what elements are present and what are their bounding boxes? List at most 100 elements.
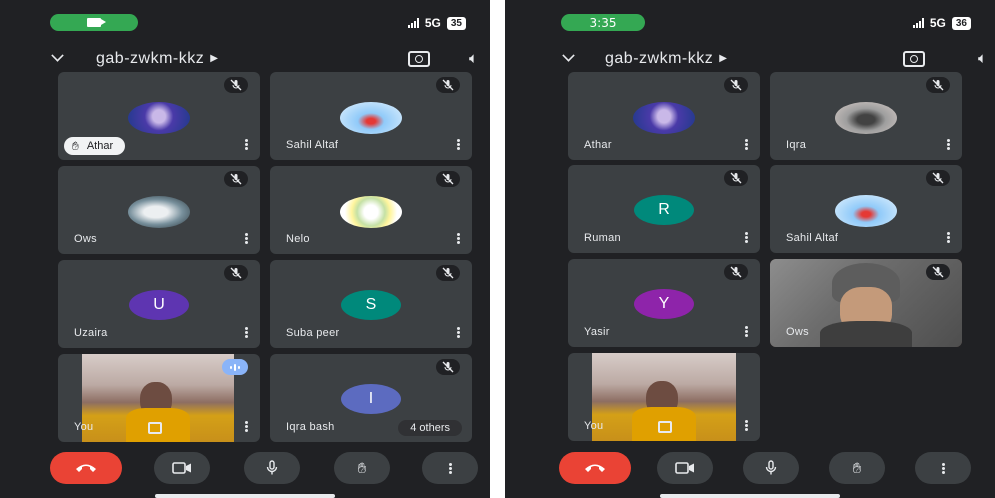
chevron-down-icon[interactable]	[562, 49, 575, 62]
speaker-icon[interactable]: 🔈︎	[978, 50, 987, 67]
participant-name: Uzaira	[74, 327, 108, 339]
meeting-title-bar: gab-zwkm-kkz ▶ 🔈︎	[505, 48, 995, 72]
mic-off-icon	[224, 77, 248, 93]
participant-tile-sahil-altaf[interactable]: Sahil Altaf	[770, 165, 962, 253]
mic-toggle-button[interactable]	[244, 452, 300, 484]
end-call-button[interactable]	[50, 452, 122, 484]
flip-camera-icon[interactable]	[408, 51, 430, 67]
participant-tile-athar[interactable]: ✋︎ Athar	[58, 72, 260, 160]
meeting-code[interactable]: gab-zwkm-kkz ▶	[96, 50, 218, 68]
participant-tile-ruman[interactable]: R Ruman	[568, 165, 760, 253]
avatar	[128, 102, 190, 134]
participant-tile-self[interactable]: You	[58, 354, 260, 442]
raise-hand-button[interactable]: ✋︎	[829, 452, 885, 484]
more-vert-icon	[448, 462, 452, 474]
meet-screen-left: 5G 35 gab-zwkm-kkz ▶ 🔈︎ ✋︎ Athar Sahil Al…	[0, 0, 490, 498]
end-call-icon	[76, 464, 96, 472]
participant-tile-iqra-bash[interactable]: I Iqra bash 4 others	[270, 354, 472, 442]
participant-name: Nelo	[286, 233, 310, 245]
signal-icon	[407, 18, 419, 28]
participant-name: Suba peer	[286, 327, 340, 339]
end-call-button[interactable]	[559, 452, 631, 484]
participant-name: You	[74, 421, 94, 433]
more-vert-icon[interactable]	[947, 139, 950, 150]
mic-toggle-button[interactable]	[743, 452, 799, 484]
raise-hand-icon: ✋︎	[357, 459, 367, 477]
camera-icon[interactable]	[658, 421, 672, 433]
chevron-down-icon[interactable]	[51, 49, 64, 62]
ongoing-call-pill[interactable]	[50, 14, 138, 31]
status-indicators: 5G 35	[407, 16, 466, 30]
more-vert-icon[interactable]	[745, 420, 748, 431]
participant-tile-sahil-altaf[interactable]: Sahil Altaf	[270, 72, 472, 160]
more-vert-icon[interactable]	[245, 421, 248, 432]
status-time: 3:35	[589, 15, 617, 30]
participant-tile-ows[interactable]: Ows	[58, 166, 260, 254]
participant-name: Iqra	[786, 139, 807, 151]
more-vert-icon[interactable]	[245, 139, 248, 150]
mic-off-icon	[436, 171, 460, 187]
camera-icon[interactable]	[148, 422, 162, 434]
call-controls: ✋︎	[505, 452, 995, 486]
ongoing-call-pill[interactable]: 3:35	[561, 14, 645, 31]
more-vert-icon[interactable]	[457, 233, 460, 244]
home-indicator	[660, 494, 840, 498]
more-vert-icon[interactable]	[745, 139, 748, 150]
participant-tile-self[interactable]: You	[568, 353, 760, 441]
participant-name: Sahil Altaf	[786, 232, 839, 244]
participant-name: Ows	[786, 326, 809, 338]
camera-toggle-button[interactable]	[154, 452, 210, 484]
more-vert-icon[interactable]	[745, 232, 748, 243]
participant-tile-athar[interactable]: Athar	[568, 72, 760, 160]
avatar	[633, 102, 695, 134]
participant-name: Sahil Altaf	[286, 139, 339, 151]
participant-tile-suba-peer[interactable]: S Suba peer	[270, 260, 472, 348]
mic-off-icon	[224, 171, 248, 187]
others-count-chip[interactable]: 4 others	[398, 420, 462, 436]
avatar-letter: R	[634, 195, 694, 225]
more-vert-icon[interactable]	[745, 326, 748, 337]
camera-toggle-button[interactable]	[657, 452, 713, 484]
mic-icon	[266, 460, 278, 475]
status-bar: 5G 35	[0, 12, 490, 32]
meeting-title-bar: gab-zwkm-kkz ▶ 🔈︎	[0, 48, 490, 72]
network-type: 5G	[929, 16, 946, 30]
mic-icon	[765, 460, 777, 475]
speaker-icon[interactable]: 🔈︎	[469, 50, 478, 67]
mic-off-icon	[436, 77, 460, 93]
more-vert-icon[interactable]	[947, 232, 950, 243]
network-type: 5G	[424, 16, 441, 30]
participant-name: Iqra bash	[286, 421, 335, 433]
participant-tile-nelo[interactable]: Nelo	[270, 166, 472, 254]
avatar-letter: I	[341, 384, 401, 414]
more-vert-icon[interactable]	[245, 233, 248, 244]
meeting-code[interactable]: gab-zwkm-kkz ▶	[605, 50, 727, 68]
mic-off-icon	[724, 264, 748, 280]
raise-hand-icon: ✋︎	[852, 459, 862, 477]
more-options-button[interactable]	[915, 452, 971, 484]
mic-off-icon	[436, 359, 460, 375]
battery-level: 35	[446, 16, 466, 30]
participant-name: Athar	[584, 139, 612, 151]
more-vert-icon[interactable]	[457, 327, 460, 338]
avatar	[835, 195, 897, 227]
participant-tile-ows[interactable]: Ows	[770, 259, 962, 347]
avatar	[340, 196, 402, 228]
more-vert-icon	[941, 462, 945, 474]
avatar	[128, 196, 190, 228]
raise-hand-chip: ✋︎ Athar	[64, 137, 126, 155]
avatar-letter: S	[341, 290, 401, 320]
participant-tile-yasir[interactable]: Y Yasir	[568, 259, 760, 347]
participant-tile-iqra[interactable]: Iqra	[770, 72, 962, 160]
avatar	[835, 102, 897, 134]
more-vert-icon[interactable]	[457, 139, 460, 150]
more-vert-icon[interactable]	[245, 327, 248, 338]
signal-icon	[912, 18, 924, 28]
flip-camera-icon[interactable]	[903, 51, 925, 67]
status-indicators: 5G 36	[912, 16, 971, 30]
mic-off-icon	[926, 264, 950, 280]
raise-hand-button[interactable]: ✋︎	[334, 452, 390, 484]
participant-tile-uzaira[interactable]: U Uzaira	[58, 260, 260, 348]
video-camera-icon	[675, 462, 694, 474]
more-options-button[interactable]	[422, 452, 478, 484]
